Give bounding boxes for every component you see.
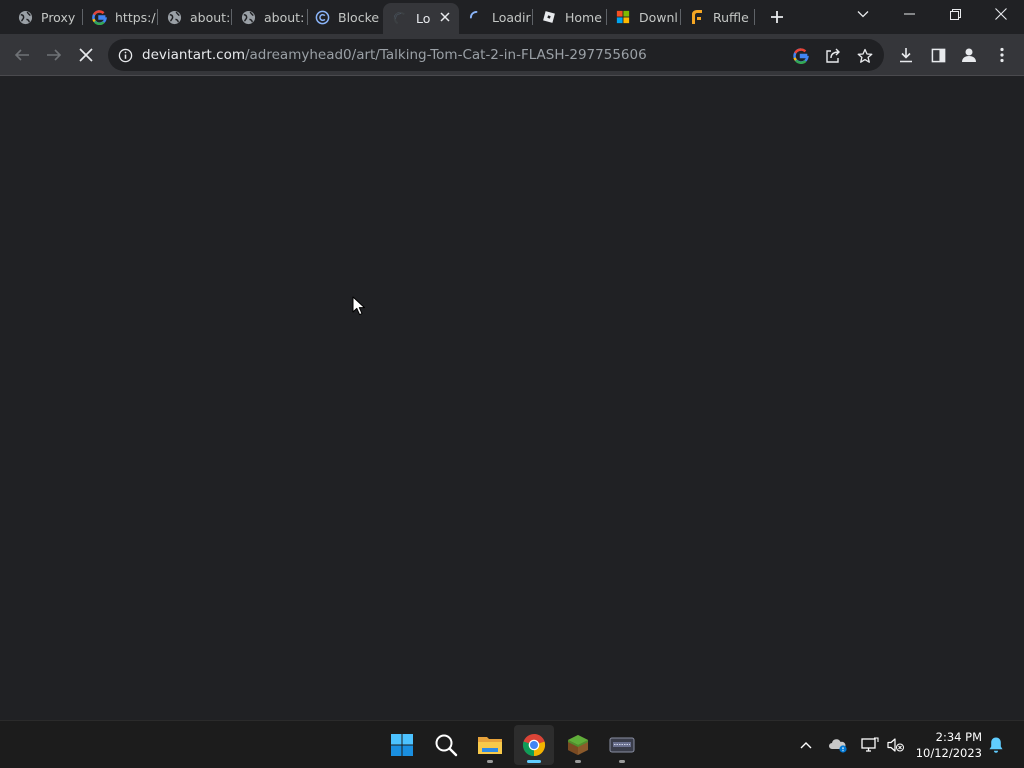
- network-tray[interactable]: [860, 735, 880, 755]
- close-window-button[interactable]: [986, 2, 1016, 26]
- globe-icon: [240, 9, 256, 25]
- clock-time: 2:34 PM: [935, 730, 982, 744]
- tab-title: about:: [264, 9, 305, 25]
- clock-date: 10/12/2023: [915, 746, 982, 760]
- taskbar-file-explorer[interactable]: [470, 725, 510, 765]
- tab-title: Ruffle: [713, 9, 749, 25]
- tab-blocked[interactable]: Blocke: [305, 3, 381, 31]
- speaker-muted-icon: [887, 738, 904, 752]
- minecraft-icon: [568, 735, 588, 755]
- taskbar-minecraft[interactable]: [558, 725, 598, 765]
- side-panel-button[interactable]: [926, 43, 950, 67]
- terminal-app-icon: [609, 737, 635, 753]
- start-button[interactable]: [382, 725, 422, 765]
- globe-icon: [17, 9, 33, 25]
- url-host: deviantart.com: [142, 47, 245, 63]
- loading-spinner-icon: [392, 11, 408, 27]
- chrome-icon: [522, 733, 546, 757]
- windows-taskbar: 2:34 PM 10/12/2023: [0, 720, 1024, 768]
- close-tab-icon[interactable]: [437, 9, 453, 25]
- tab-search-button[interactable]: [848, 2, 878, 26]
- network-monitor-icon: [861, 737, 879, 752]
- menu-button[interactable]: [990, 43, 1014, 67]
- active-indicator: [527, 760, 541, 763]
- cloud-onedrive-icon: [829, 739, 847, 753]
- tab-home[interactable]: Home: [532, 3, 606, 31]
- tab-download[interactable]: Downl: [606, 3, 680, 31]
- back-button[interactable]: [10, 43, 34, 67]
- notifications-button[interactable]: [986, 735, 1006, 755]
- tab-title: Blocke: [338, 9, 380, 25]
- search-icon: [435, 734, 458, 757]
- mouse-cursor-icon: [352, 296, 366, 319]
- show-hidden-icons-button[interactable]: [796, 735, 816, 755]
- download-icon: [900, 48, 912, 63]
- tab-strip: Proxy https:/ about: about: Blocke Lo Lo…: [0, 0, 1024, 34]
- proxy-c-icon: [314, 9, 330, 25]
- volume-tray[interactable]: [886, 735, 906, 755]
- minimize-button[interactable]: [894, 2, 924, 26]
- loading-spinner-icon: [468, 9, 484, 25]
- running-indicator: [619, 760, 625, 763]
- share-icon[interactable]: [824, 47, 842, 65]
- tab-about-1[interactable]: about:: [157, 3, 231, 31]
- file-explorer-icon: [478, 737, 502, 754]
- running-indicator: [575, 760, 581, 763]
- url-text[interactable]: deviantart.com/adreamyhead0/art/Talking-…: [142, 47, 647, 63]
- downloads-button[interactable]: [894, 43, 918, 67]
- chevron-up-icon: [800, 742, 812, 749]
- notification-bell-icon: [989, 737, 1003, 753]
- tab-loading[interactable]: Loadir: [459, 3, 533, 31]
- site-info-icon[interactable]: [117, 47, 133, 63]
- tab-title: Home: [565, 9, 602, 25]
- profile-avatar-icon: [962, 48, 976, 62]
- page-content-area[interactable]: [0, 77, 1024, 720]
- tab-title: Lo: [416, 11, 431, 26]
- side-panel-icon: [931, 48, 945, 62]
- tab-separator: [754, 9, 755, 25]
- system-clock[interactable]: 2:34 PM 10/12/2023: [912, 729, 982, 761]
- bookmark-star-icon[interactable]: [856, 47, 874, 65]
- tab-title: about:: [190, 9, 231, 25]
- plus-icon: [771, 11, 783, 23]
- close-icon: [995, 8, 1007, 20]
- taskbar-chrome[interactable]: [514, 725, 554, 765]
- forward-arrow-icon: [47, 49, 62, 61]
- tab-title: Proxy: [41, 9, 76, 25]
- taskbar-search-button[interactable]: [426, 725, 466, 765]
- ruffle-icon: [689, 9, 705, 25]
- restore-icon: [949, 8, 961, 20]
- tab-about-2[interactable]: about:: [231, 3, 305, 31]
- profile-button[interactable]: [957, 43, 981, 67]
- tab-ruffle[interactable]: Ruffle: [680, 3, 754, 31]
- start-windows-icon: [391, 734, 413, 756]
- url-path: /adreamyhead0/art/Talking-Tom-Cat-2-in-F…: [244, 47, 647, 63]
- tab-proxy[interactable]: Proxy: [8, 3, 84, 31]
- tab-google[interactable]: https:/: [82, 3, 158, 31]
- stop-loading-button[interactable]: [74, 43, 98, 67]
- new-tab-button[interactable]: [766, 6, 788, 28]
- tab-loading-active[interactable]: Lo: [383, 3, 459, 34]
- forward-button[interactable]: [42, 43, 66, 67]
- minimize-icon: [903, 13, 915, 15]
- roblox-icon: [541, 9, 557, 25]
- restore-button[interactable]: [940, 2, 970, 26]
- browser-toolbar: deviantart.com/adreamyhead0/art/Talking-…: [0, 34, 1024, 76]
- kebab-menu-icon: [1000, 47, 1004, 63]
- google-lens-icon[interactable]: [792, 47, 810, 65]
- taskbar-terminal-app[interactable]: [602, 725, 642, 765]
- google-icon: [91, 9, 107, 25]
- microsoft-icon: [615, 9, 631, 25]
- running-indicator: [487, 760, 493, 763]
- chevron-down-icon: [857, 11, 869, 18]
- tab-title: https:/: [115, 9, 156, 25]
- tab-title: Loadir: [492, 9, 531, 25]
- back-arrow-icon: [14, 49, 29, 61]
- tab-title: Downl: [639, 9, 678, 25]
- onedrive-tray[interactable]: [828, 735, 848, 755]
- address-bar[interactable]: deviantart.com/adreamyhead0/art/Talking-…: [108, 39, 884, 71]
- stop-x-icon: [79, 48, 93, 62]
- globe-icon: [166, 9, 182, 25]
